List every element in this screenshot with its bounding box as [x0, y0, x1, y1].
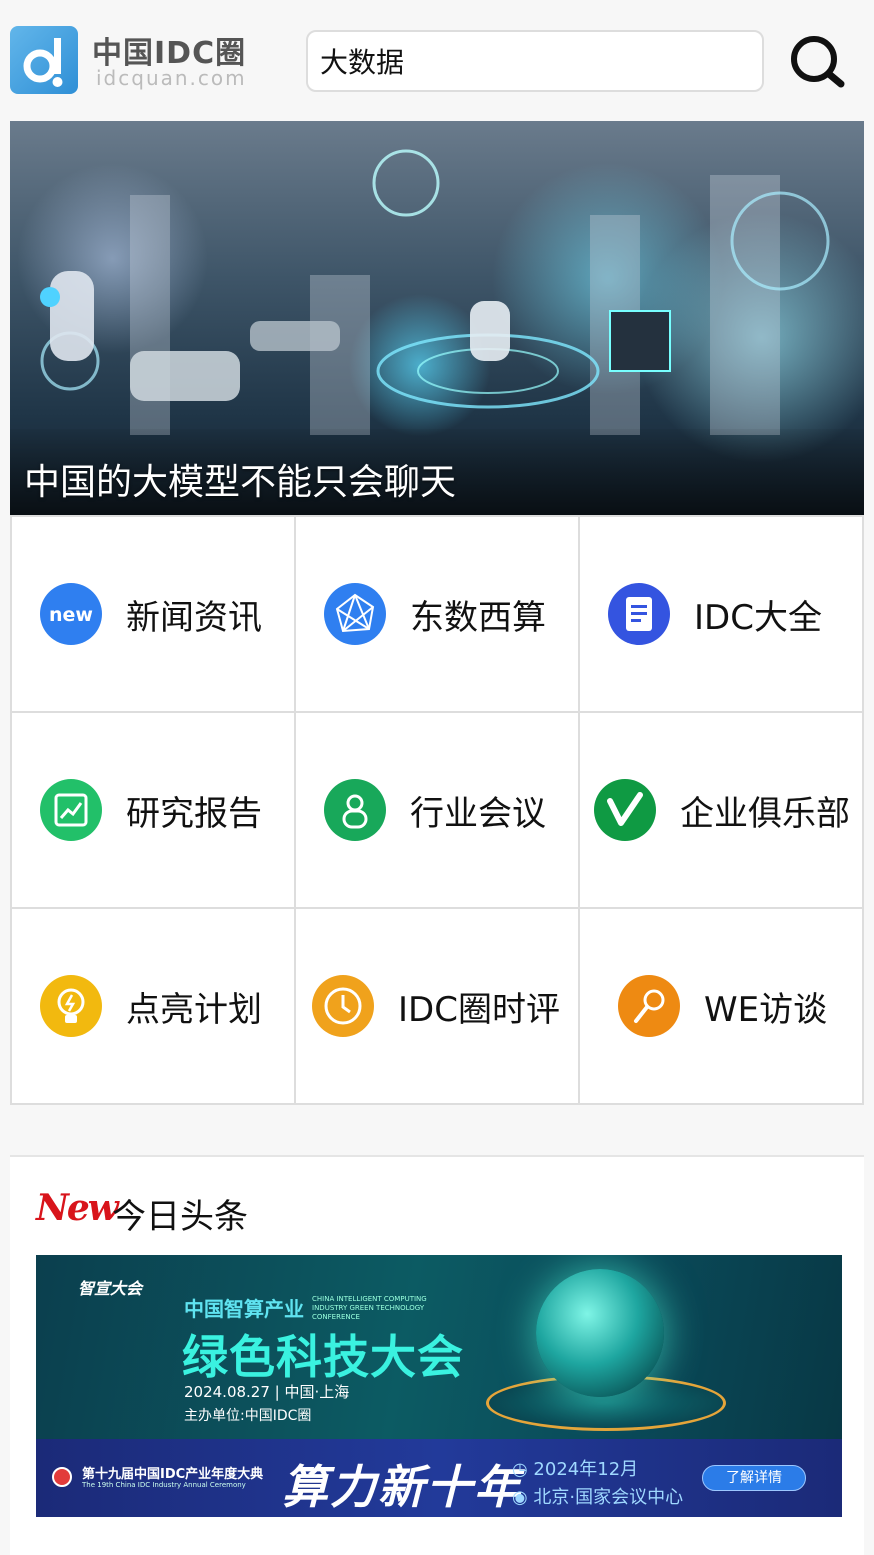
logo-subtitle: idcquan.com [96, 66, 247, 90]
new-tag-icon: New [36, 1187, 119, 1229]
strip-title: 第十九届中国IDC产业年度大典 [82, 1467, 264, 1482]
hero-banner[interactable]: 中国的大模型不能只会聊天 [10, 121, 864, 515]
grid-item-industry-conference[interactable]: 行业会议 [296, 713, 578, 907]
chart-trend-icon [40, 779, 102, 841]
grid-item-label: IDC大全 [694, 597, 822, 638]
strip-slogan: 算力新十年 [282, 1460, 522, 1514]
grid-item-news[interactable]: new 新闻资讯 [12, 517, 294, 711]
banner-main-title: 绿色科技大会 [182, 1330, 464, 1384]
person-icon [324, 779, 386, 841]
new-badge-icon: new [40, 583, 102, 645]
microphone-icon [618, 975, 680, 1037]
globe-icon [536, 1269, 664, 1397]
strip-location: ◉ 北京·国家会议中心 [512, 1487, 684, 1508]
logo-mark-icon [10, 26, 78, 94]
grid-item-we-interview[interactable]: WE访谈 [580, 909, 862, 1103]
strip-title-en: The 19th China IDC Industry Annual Cerem… [82, 1481, 246, 1489]
banner-organizer: 主办单位:中国IDC圈 [184, 1408, 312, 1424]
svg-text:new: new [49, 604, 93, 626]
grid-item-idc-commentary[interactable]: IDC圈时评 [296, 909, 578, 1103]
banner-subtitle-en: CHINA INTELLIGENT COMPUTING INDUSTRY GRE… [312, 1295, 427, 1321]
grid-item-label: IDC圈时评 [398, 989, 560, 1030]
grid-item-research-report[interactable]: 研究报告 [12, 713, 294, 907]
document-icon [608, 583, 670, 645]
search-icon [791, 36, 845, 88]
v-logo-icon [594, 779, 656, 841]
conference-banner[interactable]: 智宣大会 中国智算产业 CHINA INTELLIGENT COMPUTING … [36, 1255, 842, 1517]
banner-strip: 第十九届中国IDC产业年度大典 The 19th China IDC Indus… [36, 1439, 842, 1517]
headlines-section: New 今日头条 智宣大会 中国智算产业 CHINA INTELLIGENT C… [10, 1155, 864, 1555]
learn-more-button[interactable]: 了解详情 [702, 1465, 806, 1491]
grid-item-enterprise-club[interactable]: 企业俱乐部 [580, 713, 862, 907]
grid-item-label: 行业会议 [410, 793, 546, 834]
grid-item-label: 研究报告 [126, 793, 262, 834]
category-grid: new 新闻资讯 东数西算 IDC大全 研究报告 行业会议 企业俱乐部 点亮计划… [10, 515, 864, 1105]
hero-caption[interactable]: 中国的大模型不能只会聊天 [24, 453, 456, 505]
banner-subtitle: 中国智算产业 [184, 1297, 304, 1321]
strip-date: ◷ 2024年12月 [512, 1459, 639, 1480]
top-header: 中国IDC圈 idcquan.com [0, 0, 874, 121]
clock-icon [312, 975, 374, 1037]
grid-item-east-data-west-compute[interactable]: 东数西算 [296, 517, 578, 711]
grid-item-label: 点亮计划 [126, 989, 262, 1030]
grid-item-light-up-plan[interactable]: 点亮计划 [12, 909, 294, 1103]
grid-item-label: 东数西算 [410, 597, 546, 638]
search-input[interactable] [306, 30, 764, 92]
banner-brand: 智宣大会 [78, 1279, 143, 1298]
grid-item-idc-directory[interactable]: IDC大全 [580, 517, 862, 711]
grid-item-label: 企业俱乐部 [680, 793, 850, 834]
banner-date: 2024.08.27 | 中国·上海 [184, 1383, 350, 1401]
section-title: 今日头条 [112, 1197, 248, 1237]
site-logo[interactable]: 中国IDC圈 idcquan.com [10, 26, 260, 96]
lightbulb-icon [40, 975, 102, 1037]
search-button[interactable] [788, 34, 848, 90]
badge-icon [52, 1467, 72, 1487]
grid-item-label: 新闻资讯 [126, 597, 262, 638]
network-icon [324, 583, 386, 645]
grid-item-label: WE访谈 [704, 989, 828, 1030]
